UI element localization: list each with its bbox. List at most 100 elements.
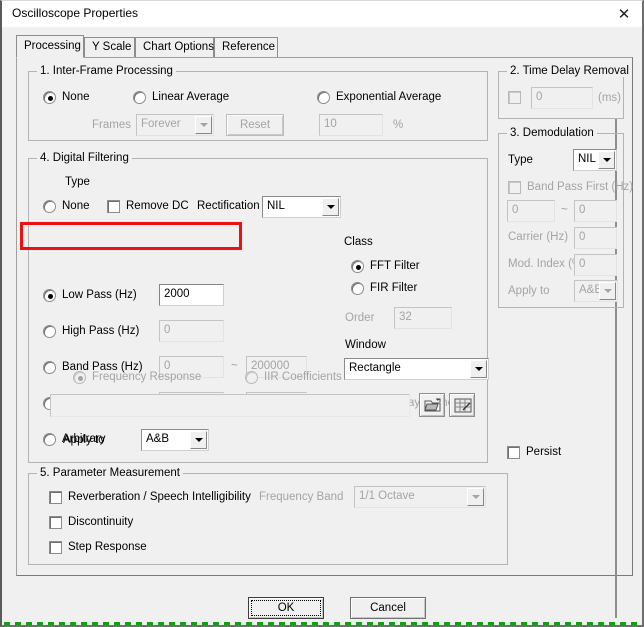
radio-fir-filter[interactable] [351, 282, 364, 295]
demod-band-high-input[interactable]: 0 [574, 200, 617, 222]
tab-processing[interactable]: Processing [16, 35, 84, 58]
high-pass-value: 0 [164, 324, 171, 336]
reset-button[interactable]: Reset [226, 114, 284, 136]
tab-label: Reference [222, 41, 276, 53]
label-persist: Persist [526, 446, 562, 458]
folder-open-icon[interactable] [419, 393, 445, 417]
band-pass-first-checkbox[interactable] [508, 181, 521, 194]
radio-linear-average[interactable] [133, 91, 146, 104]
order-input[interactable]: 32 [394, 307, 452, 329]
cancel-button[interactable]: Cancel [350, 597, 426, 619]
remove-dc-checkbox[interactable] [107, 200, 120, 213]
window-title: Oscilloscope Properties [12, 6, 139, 20]
grid-table-icon[interactable] [449, 393, 475, 417]
discontinuity-checkbox[interactable] [49, 516, 62, 529]
label-order: Order [345, 312, 375, 324]
persist-checkbox[interactable] [507, 446, 520, 459]
label-low-pass: Low Pass (Hz) [62, 289, 137, 301]
order-value: 32 [399, 311, 412, 323]
carrier-input[interactable]: 0 [574, 227, 617, 249]
chevron-down-icon[interactable] [599, 282, 616, 300]
exponential-percent-value: 10 [324, 118, 337, 130]
filter-file-input[interactable] [50, 394, 410, 417]
radio-arbitrary[interactable] [43, 433, 56, 446]
radio-dot [78, 376, 83, 381]
radio-dot [48, 294, 53, 299]
carrier-value: 0 [579, 231, 586, 243]
properties-dialog: Oscilloscope Properties ✕ Processing Y S… [0, 0, 644, 627]
demod-band-low-input[interactable]: 0 [507, 200, 555, 222]
label-carrier: Carrier (Hz) [508, 231, 569, 243]
window-value: Rectangle [349, 362, 401, 374]
label-exponential-average: Exponential Average [336, 91, 442, 103]
filter-apply-to-combo[interactable]: A&B [141, 429, 209, 451]
chevron-down-icon[interactable] [598, 151, 615, 169]
chevron-down-icon[interactable] [195, 116, 212, 134]
tab-chart-options[interactable]: Chart Options [135, 37, 214, 58]
label-linear-average: Linear Average [152, 91, 230, 103]
label-demod-type: Type [508, 154, 533, 166]
label-rectification: Rectification [197, 200, 260, 212]
time-delay-removal-checkbox[interactable] [508, 91, 521, 104]
tab-panel-processing: 1. Inter-Frame Processing None Linear Av… [16, 57, 633, 618]
group-demodulation: 3. Demodulation Type NIL Band Pass First… [498, 127, 633, 308]
filter-apply-to-value: A&B [146, 433, 170, 445]
reverberation-checkbox[interactable] [49, 491, 62, 504]
radio-iir-coefficients[interactable] [245, 371, 258, 384]
demod-band-low-value: 0 [512, 204, 519, 216]
tab-label: Chart Options [143, 41, 214, 53]
high-pass-input[interactable]: 0 [159, 320, 224, 342]
close-icon[interactable]: ✕ [606, 1, 642, 27]
label-reverberation: Reverberation / Speech Intelligibility [68, 491, 251, 503]
group-legend: 4. Digital Filtering [37, 152, 132, 164]
tab-reference[interactable]: Reference [214, 37, 278, 58]
radio-high-pass[interactable] [43, 325, 56, 338]
chevron-down-icon[interactable] [322, 198, 339, 216]
chevron-down-icon[interactable] [470, 360, 487, 378]
label-time-delay-unit: (ms) [598, 92, 621, 104]
time-delay-input[interactable]: 0 [531, 87, 593, 109]
label-remove-dc: Remove DC [126, 200, 189, 212]
demod-type-combo[interactable]: NIL [573, 149, 617, 171]
radio-frequency-response[interactable] [73, 371, 86, 384]
chevron-down-icon[interactable] [467, 488, 484, 506]
frames-combo[interactable]: Forever [136, 114, 214, 136]
window-combo[interactable]: Rectangle [344, 358, 489, 380]
radio-filter-none[interactable] [43, 200, 56, 213]
label-step-response: Step Response [68, 541, 147, 553]
recording-indicator [4, 622, 640, 625]
label-frames: Frames [92, 119, 131, 131]
low-pass-input[interactable]: 2000 [159, 284, 224, 306]
label-high-pass: High Pass (Hz) [62, 325, 140, 337]
radio-dot [48, 96, 53, 101]
radio-band-pass[interactable] [43, 361, 56, 374]
low-pass-value: 2000 [164, 288, 190, 300]
label-demod-apply-to: Apply to [508, 285, 550, 297]
mod-index-input[interactable]: 0 [574, 254, 617, 276]
radio-low-pass[interactable] [43, 289, 56, 302]
range-separator: ~ [561, 204, 568, 216]
tab-y-scale[interactable]: Y Scale [84, 37, 135, 58]
group-legend: 2. Time Delay Removal [507, 65, 632, 77]
group-legend: 3. Demodulation [507, 127, 597, 139]
frequency-band-combo[interactable]: 1/1 Octave [354, 486, 486, 508]
demod-band-high-value: 0 [579, 204, 586, 216]
exponential-percent-input[interactable]: 10 [319, 114, 383, 136]
label-discontinuity: Discontinuity [68, 516, 134, 528]
label-none: None [62, 91, 90, 103]
range-separator: ~ [231, 360, 238, 372]
demod-apply-to-combo[interactable]: A&B [574, 280, 618, 302]
cancel-label: Cancel [370, 602, 406, 614]
ok-button[interactable]: OK [248, 597, 324, 619]
rectification-combo[interactable]: NIL [262, 196, 341, 218]
label-window: Window [345, 339, 386, 351]
radio-none[interactable] [43, 91, 56, 104]
chevron-down-icon[interactable] [190, 431, 207, 449]
radio-fft-filter[interactable] [351, 260, 364, 273]
mod-index-value: 0 [579, 258, 586, 270]
group-time-delay-removal: 2. Time Delay Removal 0 (ms) [498, 65, 632, 119]
time-delay-value: 0 [536, 91, 543, 103]
step-response-checkbox[interactable] [49, 541, 62, 554]
radio-exponential-average[interactable] [317, 91, 330, 104]
label-filter-none: None [62, 200, 90, 212]
